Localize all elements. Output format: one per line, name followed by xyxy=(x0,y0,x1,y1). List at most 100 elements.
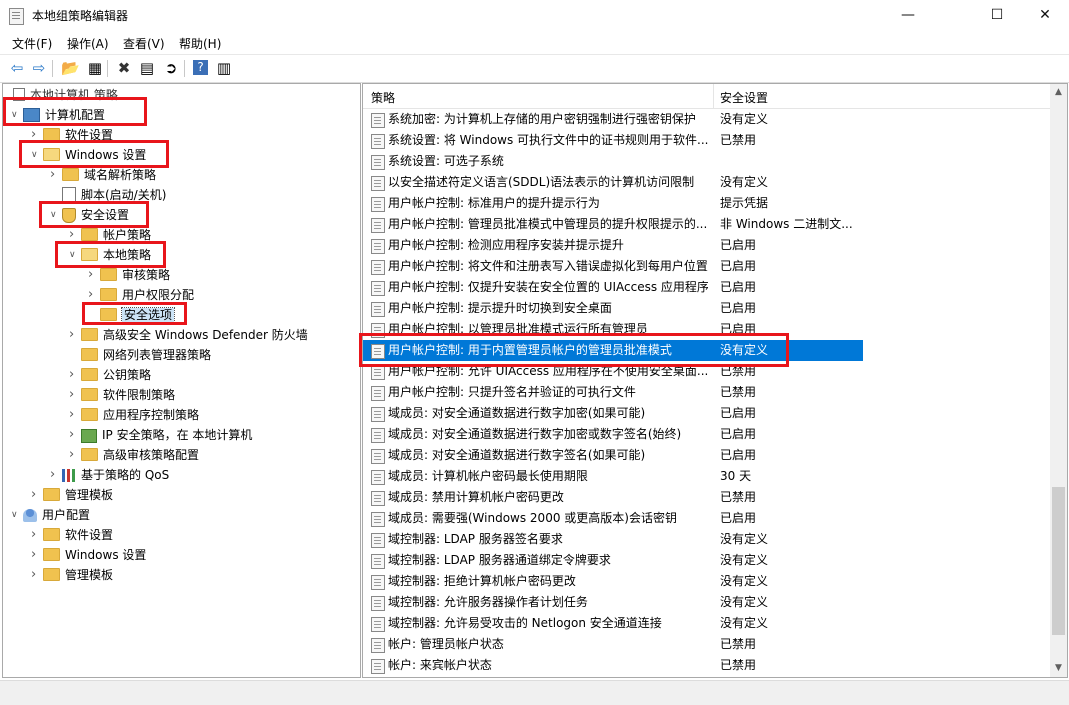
tree-item[interactable]: › 高级审核策略配置 xyxy=(69,445,199,465)
policy-setting: 已禁用 xyxy=(720,490,757,504)
export-list-icon[interactable]: ➲ xyxy=(162,59,180,77)
policy-row[interactable]: 域成员: 计算机帐户密码最长使用期限 30 天 xyxy=(363,466,1050,487)
policy-row[interactable]: 用户帐户控制: 管理员批准模式中管理员的提升权限提示的... 非 Windows … xyxy=(363,214,1050,235)
minimize-button[interactable]: — xyxy=(885,0,931,31)
policy-row[interactable]: 帐户: 来宾帐户状态 已禁用 xyxy=(363,655,1050,676)
annotation-box-computer-config xyxy=(3,97,147,126)
tree-item[interactable]: › IP 安全策略，在 本地计算机 xyxy=(69,425,252,445)
scroll-thumb[interactable] xyxy=(1052,487,1065,635)
menu-view[interactable]: 查看(V) xyxy=(123,35,165,52)
policy-row[interactable]: 用户帐户控制: 检测应用程序安装并提示提升 已启用 xyxy=(363,235,1050,256)
policy-setting: 没有定义 xyxy=(720,175,769,189)
show-hide-tree-icon[interactable]: ▦ xyxy=(86,59,104,77)
policy-name: 域成员: 对安全通道数据进行数字签名(如果可能) xyxy=(388,448,646,462)
policy-name: 系统加密: 为计算机上存储的用户密钥强制进行强密钥保护 xyxy=(388,112,696,126)
column-header-policy[interactable]: 策略 xyxy=(371,89,395,106)
expand-chevron-icon[interactable]: › xyxy=(31,545,43,565)
tree-item[interactable]: › 应用程序控制策略 xyxy=(69,405,199,425)
policy-row[interactable]: 域成员: 禁用计算机帐户密码更改 已禁用 xyxy=(363,487,1050,508)
policy-row[interactable]: 域成员: 对安全通道数据进行数字加密(如果可能) 已启用 xyxy=(363,403,1050,424)
menu-help[interactable]: 帮助(H) xyxy=(179,35,221,52)
tree-item-label: 帐户策略 xyxy=(103,228,152,242)
delete-icon[interactable]: ✖ xyxy=(115,59,133,77)
policy-item-icon xyxy=(371,302,385,317)
policy-row[interactable]: 系统加密: 为计算机上存储的用户密钥强制进行强密钥保护 没有定义 xyxy=(363,109,1050,130)
close-button[interactable]: ✕ xyxy=(1022,0,1068,31)
policy-name: 域成员: 需要强(Windows 2000 或更高版本)会话密钥 xyxy=(388,511,677,525)
policy-row[interactable]: 域控制器: LDAP 服务器签名要求 没有定义 xyxy=(363,529,1050,550)
policy-row[interactable]: 域控制器: LDAP 服务器通道绑定令牌要求 没有定义 xyxy=(363,550,1050,571)
policy-row[interactable]: 域控制器: 允许服务器操作者计划任务 没有定义 xyxy=(363,592,1050,613)
tree-item[interactable]: › 公钥策略 xyxy=(69,365,151,385)
expand-chevron-icon[interactable]: › xyxy=(31,525,43,545)
policy-row[interactable]: 域控制器: 允许易受攻击的 Netlogon 安全通道连接 没有定义 xyxy=(363,613,1050,634)
column-divider[interactable] xyxy=(713,84,714,108)
properties-icon[interactable]: ▤ xyxy=(138,59,156,77)
vertical-scrollbar[interactable]: ▲ ▼ xyxy=(1050,84,1067,677)
policy-row[interactable]: 域成员: 需要强(Windows 2000 或更高版本)会话密钥 已启用 xyxy=(363,508,1050,529)
policy-name: 域成员: 禁用计算机帐户密码更改 xyxy=(388,490,564,504)
policy-row[interactable]: 域成员: 对安全通道数据进行数字签名(如果可能) 已启用 xyxy=(363,445,1050,466)
tree-item[interactable]: › 软件限制策略 xyxy=(69,385,175,405)
policy-row[interactable]: 域控制器: 拒绝计算机帐户密码更改 没有定义 xyxy=(363,571,1050,592)
expand-chevron-icon[interactable]: › xyxy=(31,565,43,585)
forward-arrow-icon[interactable]: ⇨ xyxy=(30,59,48,77)
view-icon[interactable]: ▥ xyxy=(215,59,233,77)
toolbar-separator xyxy=(52,60,53,77)
policy-name: 域控制器: LDAP 服务器签名要求 xyxy=(388,532,563,546)
expand-chevron-icon[interactable]: › xyxy=(69,425,81,445)
folder-icon xyxy=(81,408,98,421)
tree-item[interactable]: › Windows 设置 xyxy=(31,545,146,565)
policy-setting: 已禁用 xyxy=(720,658,757,672)
expand-chevron-icon[interactable]: › xyxy=(50,165,62,185)
expand-chevron-icon[interactable]: › xyxy=(50,465,62,485)
expand-chevron-icon[interactable]: › xyxy=(69,445,81,465)
toolbar-separator xyxy=(107,60,108,77)
tree-item[interactable]: › 审核策略 xyxy=(88,265,170,285)
policy-row[interactable]: 用户帐户控制: 仅提升安装在安全位置的 UIAccess 应用程序 已启用 xyxy=(363,277,1050,298)
policy-name: 域控制器: 拒绝计算机帐户密码更改 xyxy=(388,574,576,588)
policy-item-icon xyxy=(371,155,385,170)
tree-item[interactable]: › 管理模板 xyxy=(31,485,113,505)
back-arrow-icon[interactable]: ⇦ xyxy=(8,59,26,77)
tree-item[interactable]: › 软件设置 xyxy=(31,525,113,545)
policy-item-icon xyxy=(371,617,385,632)
policy-name: 帐户: 管理员帐户状态 xyxy=(388,637,504,651)
tree-item-label: 审核策略 xyxy=(122,268,171,282)
policy-row[interactable]: 用户帐户控制: 标准用户的提升提示行为 提示凭据 xyxy=(363,193,1050,214)
collapse-chevron-icon[interactable]: ∨ xyxy=(11,505,23,525)
policy-row[interactable]: 帐户: 管理员帐户状态 已禁用 xyxy=(363,634,1050,655)
expand-chevron-icon[interactable]: › xyxy=(69,325,81,345)
expand-chevron-icon[interactable]: › xyxy=(69,405,81,425)
tree-item[interactable]: 网络列表管理器策略 xyxy=(69,345,211,365)
folder-icon xyxy=(81,388,98,401)
policy-row[interactable]: 用户帐户控制: 只提升签名并验证的可执行文件 已禁用 xyxy=(363,382,1050,403)
policy-item-icon xyxy=(371,260,385,275)
policy-row[interactable]: 域成员: 对安全通道数据进行数字加密或数字签名(始终) 已启用 xyxy=(363,424,1050,445)
tree-item[interactable]: › 管理模板 xyxy=(31,565,113,585)
policy-list-pane[interactable]: 策略 ^ 安全设置 ▲ ▼ 系统加密: 为计算机上存储的用户密钥强制进行强密钥保… xyxy=(362,83,1068,678)
maximize-button[interactable]: ☐ xyxy=(974,0,1020,31)
expand-chevron-icon[interactable]: › xyxy=(88,265,100,285)
up-folder-icon[interactable]: 📂 xyxy=(61,59,80,77)
menu-file[interactable]: 文件(F) xyxy=(12,35,52,52)
expand-chevron-icon[interactable]: › xyxy=(69,365,81,385)
tree-pane[interactable]: 本地计算机 策略 ∨ 计算机配置 › 软件设置 ∨ Windows 设置 › 域名解析策略 脚本… xyxy=(2,83,361,678)
menu-action[interactable]: 操作(A) xyxy=(67,35,109,52)
policy-setting: 已启用 xyxy=(720,259,757,273)
expand-chevron-icon[interactable]: › xyxy=(31,485,43,505)
scroll-down-icon[interactable]: ▼ xyxy=(1050,660,1067,677)
tree-item[interactable]: › 高级安全 Windows Defender 防火墙 xyxy=(69,325,308,345)
policy-row[interactable]: 系统设置: 将 Windows 可执行文件中的证书规则用于软件... 已禁用 xyxy=(363,130,1050,151)
tree-item[interactable]: ∨ 用户配置 xyxy=(11,505,90,525)
tree-item[interactable]: › 基于策略的 QoS xyxy=(50,465,169,485)
policy-row[interactable]: 用户帐户控制: 将文件和注册表写入错误虚拟化到每用户位置 已启用 xyxy=(363,256,1050,277)
scroll-up-icon[interactable]: ▲ xyxy=(1050,84,1067,101)
help-icon[interactable]: ? xyxy=(193,60,208,75)
expand-chevron-icon[interactable]: › xyxy=(69,385,81,405)
column-header-setting[interactable]: 安全设置 xyxy=(720,89,768,106)
policy-row[interactable]: 以安全描述符定义语言(SDDL)语法表示的计算机访问限制 没有定义 xyxy=(363,172,1050,193)
policy-row[interactable]: 系统设置: 可选子系统 xyxy=(363,151,1050,172)
policy-row[interactable]: 用户帐户控制: 提示提升时切换到安全桌面 已启用 xyxy=(363,298,1050,319)
tree-item[interactable]: › 域名解析策略 xyxy=(50,165,156,185)
